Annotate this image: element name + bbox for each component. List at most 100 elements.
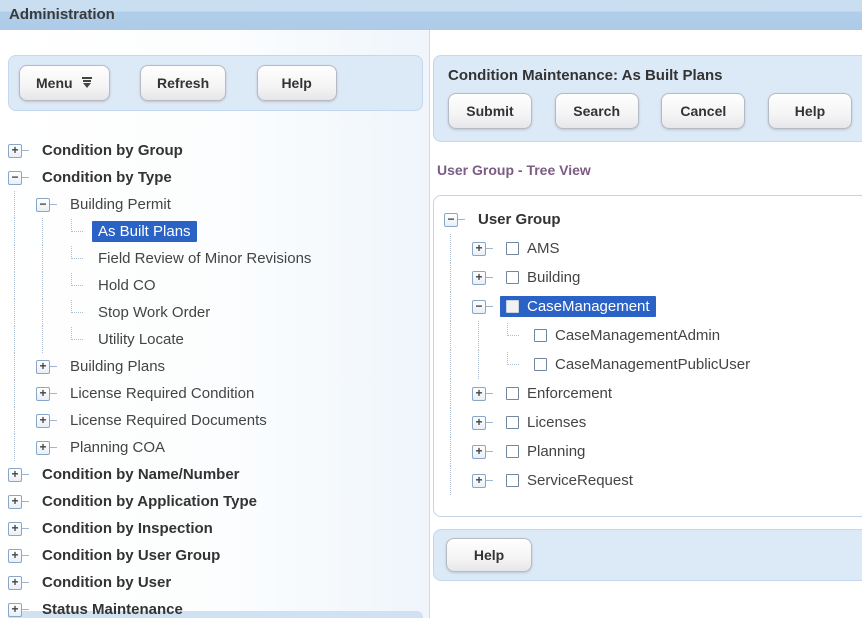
tree-item-as-built-plans[interactable]: As Built Plans: [0, 218, 429, 245]
tree-item-condition-by-type[interactable]: −Condition by Type: [0, 164, 429, 191]
tree-connector: [50, 447, 57, 448]
tree-item-building-plans[interactable]: +Building Plans: [0, 353, 429, 380]
right-panel: Condition Maintenance: As Built Plans Su…: [429, 30, 862, 618]
checkbox[interactable]: [506, 387, 519, 400]
tree-label-wrap: User Group: [472, 209, 567, 230]
tree-item-condition-by-inspection[interactable]: +Condition by Inspection: [0, 515, 429, 542]
tree-label-wrap: Field Review of Minor Revisions: [92, 248, 317, 269]
expand-icon[interactable]: +: [472, 387, 486, 401]
expand-icon[interactable]: +: [472, 474, 486, 488]
tree-item-user-group[interactable]: − User Group: [436, 205, 862, 234]
checkbox[interactable]: [506, 300, 519, 313]
tree-connector: [50, 393, 57, 394]
tree-connector: [507, 352, 519, 365]
checkbox[interactable]: [506, 271, 519, 284]
tree-item-casemanagementadmin[interactable]: CaseManagementAdmin: [436, 321, 862, 350]
tree-item-condition-by-application-type[interactable]: +Condition by Application Type: [0, 488, 429, 515]
collapse-icon[interactable]: −: [8, 171, 22, 185]
expand-icon[interactable]: +: [8, 549, 22, 563]
expand-icon[interactable]: +: [472, 271, 486, 285]
refresh-button[interactable]: Refresh: [140, 65, 226, 101]
tree-connector: [22, 150, 29, 151]
expand-icon[interactable]: +: [8, 576, 22, 590]
tree-connector: [22, 474, 29, 475]
tree-item-license-required-documents[interactable]: + License Required Documents: [0, 407, 429, 434]
expand-icon[interactable]: +: [472, 242, 486, 256]
tree-label-wrap: CaseManagementPublicUser: [528, 354, 756, 375]
tree-label-wrap: AMS: [500, 238, 566, 259]
expand-icon[interactable]: +: [36, 387, 50, 401]
tree-item-casemanagementpublicuser[interactable]: CaseManagementPublicUser: [436, 350, 862, 379]
tree-label: Building Permit: [70, 196, 171, 213]
tree-item-hold-co[interactable]: Hold CO: [0, 272, 429, 299]
expand-icon[interactable]: +: [8, 468, 22, 482]
tree-item-field-review-of-minor-revisions[interactable]: Field Review of Minor Revisions: [0, 245, 429, 272]
tree-connector: [458, 219, 465, 220]
expand-icon[interactable]: +: [8, 144, 22, 158]
tree-connector: [22, 582, 29, 583]
tree-item-building-permit[interactable]: − Building Permit: [0, 191, 429, 218]
tree-label: Planning: [527, 443, 585, 460]
tree-item-condition-by-user[interactable]: + Condition by User: [0, 569, 429, 596]
tree-item-condition-by-name-number[interactable]: +Condition by Name/Number: [0, 461, 429, 488]
submit-button[interactable]: Submit: [448, 93, 532, 129]
tree-item-building[interactable]: +Building: [436, 263, 862, 292]
checkbox[interactable]: [506, 445, 519, 458]
condition-maintenance-title: Condition Maintenance: As Built Plans: [448, 67, 854, 84]
tree-connector: [486, 451, 493, 452]
expand-icon[interactable]: +: [8, 522, 22, 536]
tree-item-condition-by-group[interactable]: + Condition by Group: [0, 137, 429, 164]
tree-item-stop-work-order[interactable]: Stop Work Order: [0, 299, 429, 326]
collapse-icon[interactable]: −: [36, 198, 50, 212]
user-group-tree-panel: −User Group+AMS+Building−CaseManagementC…: [433, 195, 862, 517]
tree-connector: [22, 609, 29, 610]
collapse-icon[interactable]: −: [444, 213, 458, 227]
tree-item-planning-coa[interactable]: +Planning COA: [0, 434, 429, 461]
expand-icon[interactable]: +: [8, 603, 22, 617]
tree-connector: [22, 501, 29, 502]
tree-label-wrap: Planning: [500, 441, 591, 462]
tree-label: Condition by Group: [42, 142, 183, 159]
tree-connector: [486, 306, 493, 307]
expand-icon[interactable]: +: [36, 414, 50, 428]
tree-item-license-required-condition[interactable]: +License Required Condition: [0, 380, 429, 407]
tree-item-utility-locate[interactable]: Utility Locate: [0, 326, 429, 353]
tree-connector: [22, 555, 29, 556]
tree-label: User Group: [478, 211, 561, 228]
expand-icon[interactable]: +: [36, 441, 50, 455]
expand-icon[interactable]: +: [8, 495, 22, 509]
tree-item-licenses[interactable]: +Licenses: [436, 408, 862, 437]
expand-icon[interactable]: +: [472, 445, 486, 459]
checkbox[interactable]: [506, 242, 519, 255]
expand-icon[interactable]: +: [36, 360, 50, 374]
menu-button[interactable]: Menu: [19, 65, 110, 101]
tree-item-planning[interactable]: + Planning: [436, 437, 862, 466]
checkbox[interactable]: [534, 329, 547, 342]
help-button-left[interactable]: Help: [257, 65, 337, 101]
user-group-tree: −User Group+AMS+Building−CaseManagementC…: [436, 205, 862, 495]
collapse-icon[interactable]: −: [472, 300, 486, 314]
checkbox[interactable]: [534, 358, 547, 371]
tree-item-servicerequest[interactable]: + ServiceRequest: [436, 466, 862, 495]
expand-icon[interactable]: +: [472, 416, 486, 430]
tree-label: Stop Work Order: [98, 304, 210, 321]
tree-item-ams[interactable]: + AMS: [436, 234, 862, 263]
tree-label-wrap: License Required Documents: [64, 410, 273, 431]
checkbox[interactable]: [506, 474, 519, 487]
cancel-button[interactable]: Cancel: [661, 93, 745, 129]
tree-label-wrap: ServiceRequest: [500, 470, 639, 491]
tree-label: ServiceRequest: [527, 472, 633, 489]
checkbox[interactable]: [506, 416, 519, 429]
search-button[interactable]: Search: [555, 93, 639, 129]
tree-label: Condition by User: [42, 574, 171, 591]
tree-item-enforcement[interactable]: +Enforcement: [436, 379, 862, 408]
tree-item-casemanagement[interactable]: −CaseManagement: [436, 292, 862, 321]
tree-connector: [50, 420, 57, 421]
tree-item-condition-by-user-group[interactable]: +Condition by User Group: [0, 542, 429, 569]
tree-label: CaseManagementPublicUser: [555, 356, 750, 373]
tree-connector: [71, 273, 83, 286]
page-title: Administration: [0, 0, 862, 30]
help-button-header[interactable]: Help: [768, 93, 852, 129]
tree-connector: [22, 177, 29, 178]
help-button-footer[interactable]: Help: [446, 538, 532, 572]
